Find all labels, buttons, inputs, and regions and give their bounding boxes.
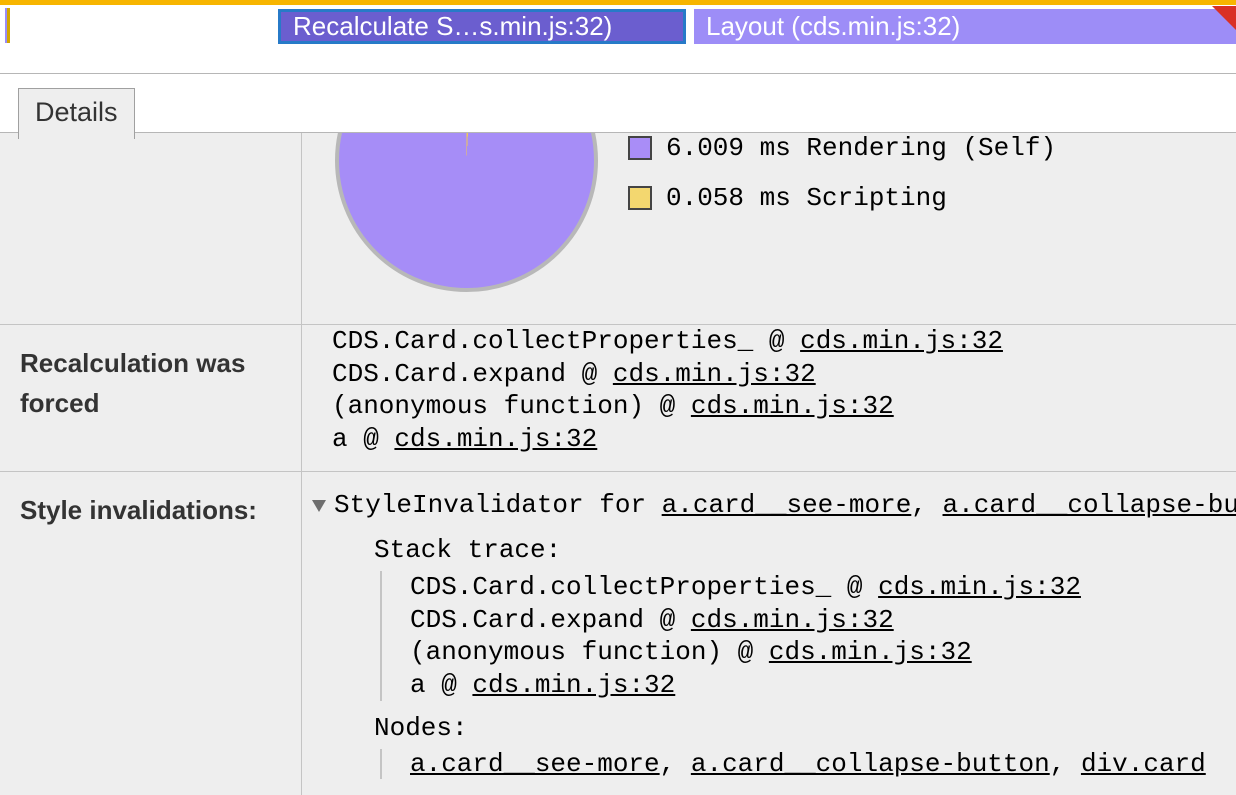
pie-legend: 6.009 ms Rendering (Self) 0.058 ms Scrip… [598,133,1056,233]
stack-frame: CDS.Card.expand @ cds.min.js:32 [410,604,1236,637]
node-link[interactable]: a.card__collapse-button [691,749,1050,779]
node-link[interactable]: div.card [1081,749,1206,779]
details-tabs: Details [0,74,1236,132]
source-link[interactable]: cds.min.js:32 [613,359,816,389]
stack-frame: (anonymous function) @ cds.min.js:32 [332,390,1236,423]
flame-entry-recalculate-style[interactable]: Recalculate S…s.min.js:32) [278,9,686,44]
source-link[interactable]: cds.min.js:32 [691,605,894,635]
stack-frame: a @ cds.min.js:32 [410,669,1236,702]
source-link[interactable]: cds.min.js:32 [769,637,972,667]
source-link[interactable]: cds.min.js:32 [800,326,1003,356]
forced-stack-trace: CDS.Card.collectProperties_ @ cds.min.js… [302,325,1236,471]
invalidator-stack-trace: CDS.Card.collectProperties_ @ cds.min.js… [380,571,1236,701]
node-link[interactable]: a.card__see-more [410,749,660,779]
nodes-heading: Nodes: [374,713,1236,743]
flame-chart-strip[interactable]: Recalculate S…s.min.js:32) Layout (cds.m… [0,0,1236,74]
legend-swatch [628,136,652,160]
flame-warning-marker [1212,6,1236,30]
legend-swatch [628,186,652,210]
stack-frame: CDS.Card.collectProperties_ @ cds.min.js… [332,325,1236,358]
time-breakdown-pie[interactable] [335,133,598,298]
divider [0,73,1236,74]
legend-text: 6.009 ms Rendering (Self) [666,133,1056,163]
invalidator-nodes-list: a.card__see-more, a.card__collapse-butto… [380,749,1236,779]
source-link[interactable]: cds.min.js:32 [691,391,894,421]
node-link[interactable]: a.card__see-more [662,490,912,520]
tab-label: Details [35,97,118,127]
stack-trace-heading: Stack trace: [374,535,1236,565]
source-link[interactable]: cds.min.js:32 [472,670,675,700]
legend-text: 0.058 ms Scripting [666,183,947,213]
flame-entry-label: Layout (cds.min.js:32) [706,11,960,42]
source-link[interactable]: cds.min.js:32 [878,572,1081,602]
details-panel: 6.009 ms Rendering (Self) 0.058 ms Scrip… [0,132,1236,795]
flame-entry-layout[interactable]: Layout (cds.min.js:32) [694,9,1236,44]
stack-frame: CDS.Card.expand @ cds.min.js:32 [332,358,1236,391]
stack-frame: (anonymous function) @ cds.min.js:32 [410,636,1236,669]
legend-item-rendering[interactable]: 6.009 ms Rendering (Self) [628,133,1056,163]
flame-highlight-bar [0,0,1236,5]
section-label-forced: Recalculation was forced [0,325,302,471]
invalidations-tree: StyleInvalidator for a.card__see-more, a… [302,472,1236,795]
stack-frame: a @ cds.min.js:32 [332,423,1236,456]
node-link[interactable]: a.card__collapse-but [943,490,1236,520]
source-link[interactable]: cds.min.js:32 [394,424,597,454]
flame-entry-label: Recalculate S…s.min.js:32) [293,11,612,42]
legend-item-scripting[interactable]: 0.058 ms Scripting [628,183,1056,213]
tab-details[interactable]: Details [18,88,135,139]
stack-frame: CDS.Card.collectProperties_ @ cds.min.js… [410,571,1236,604]
flame-entry-sliver[interactable] [5,8,10,43]
expand-arrow-icon[interactable] [312,500,326,512]
section-label-aggregated [0,133,302,324]
section-label-invalidations: Style invalidations: [0,472,302,795]
invalidator-row[interactable]: StyleInvalidator for a.card__see-more, a… [312,488,1236,523]
